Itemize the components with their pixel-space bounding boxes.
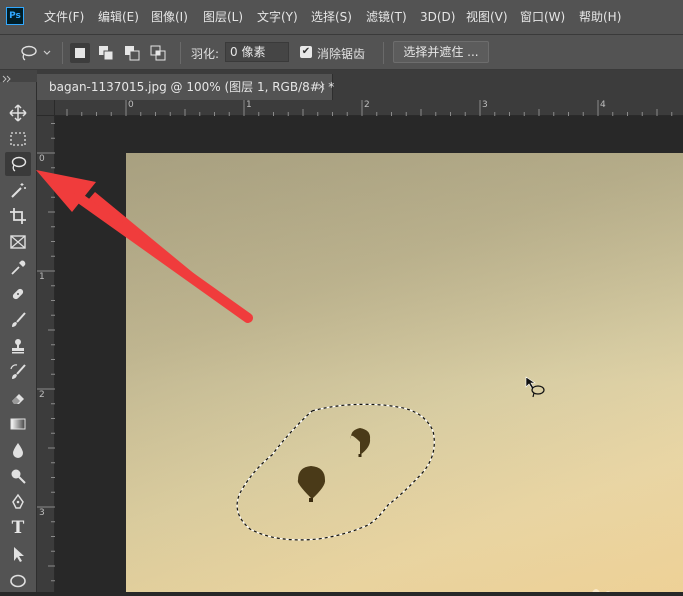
antialias-label: 消除锯齿	[317, 47, 366, 61]
document-tab[interactable]: bagan-1137015.jpg @ 100% (图层 1, RGB/8#) …	[37, 74, 335, 100]
ruler-label: 2	[39, 390, 45, 400]
intersect-selection-icon	[150, 45, 166, 61]
ruler-label: 1	[39, 272, 45, 282]
type-tool[interactable]: T	[5, 516, 31, 540]
menu-3d[interactable]: 3D(D)	[420, 0, 455, 34]
chevron-down-icon	[43, 50, 51, 55]
ruler-origin[interactable]	[37, 100, 55, 116]
blur-tool[interactable]	[5, 438, 31, 462]
gradient-tool[interactable]	[5, 412, 31, 436]
menu-select[interactable]: 选择(S)	[311, 0, 352, 34]
double-chevron-icon	[2, 75, 11, 83]
ellipse-tool[interactable]	[5, 568, 31, 592]
path-selection-icon	[14, 547, 24, 562]
lasso-tool[interactable]	[5, 152, 31, 176]
menu-filter[interactable]: 滤镜(T)	[366, 0, 407, 34]
canvas-area[interactable]	[55, 116, 683, 592]
subtract-from-selection-button[interactable]	[122, 43, 142, 63]
menu-window[interactable]: 窗口(W)	[520, 0, 565, 34]
frame-tool[interactable]	[5, 230, 31, 254]
path-selection-tool[interactable]	[5, 542, 31, 566]
balloon-small	[350, 428, 371, 457]
magic-wand-tool[interactable]	[5, 178, 31, 202]
move-tool[interactable]	[5, 101, 31, 125]
balloon-large	[297, 466, 326, 502]
photoshop-logo[interactable]: Ps	[6, 7, 24, 25]
ruler-label: 3	[39, 508, 45, 518]
eyedropper-icon	[11, 260, 26, 275]
blur-icon	[13, 443, 23, 458]
ruler-label: 2	[364, 100, 370, 110]
move-icon	[9, 104, 27, 122]
ellipse-icon	[10, 574, 26, 588]
menu-image[interactable]: 图像(I)	[151, 0, 188, 34]
options-bar: 羽化: 0 像素 ✔ 消除锯齿 选择并遮住 ...	[0, 34, 683, 70]
vertical-ruler-ticks	[37, 123, 55, 582]
new-selection-icon	[75, 48, 85, 58]
menu-help[interactable]: 帮助(H)	[579, 0, 621, 34]
tool-preset-picker[interactable]	[18, 42, 58, 64]
clone-stamp-tool[interactable]	[5, 334, 31, 358]
lasso-icon	[11, 156, 27, 172]
add-selection-icon	[99, 46, 114, 61]
frame-icon	[10, 235, 26, 249]
magic-wand-icon	[11, 183, 26, 198]
subtract-selection-icon	[125, 46, 140, 61]
menu-layer[interactable]: 图层(L)	[203, 0, 243, 34]
pen-icon	[12, 493, 24, 509]
ruler-label: 0	[39, 154, 45, 164]
new-selection-button[interactable]	[70, 43, 90, 63]
history-brush-icon	[10, 364, 26, 379]
eraser-icon	[12, 394, 24, 404]
menu-view[interactable]: 视图(V)	[466, 0, 508, 34]
marquee-icon	[10, 132, 26, 146]
eraser-tool[interactable]	[5, 386, 31, 410]
lasso-selection-outline[interactable]	[236, 403, 435, 541]
feather-input[interactable]: 0 像素	[225, 42, 289, 62]
healing-brush-icon	[12, 288, 24, 300]
healing-brush-tool[interactable]	[5, 282, 31, 306]
close-icon[interactable]: ×	[317, 74, 326, 100]
gradient-icon	[10, 418, 26, 430]
document-tab-title: bagan-1137015.jpg @ 100% (图层 1, RGB/8#) …	[49, 80, 335, 94]
lasso-icon	[21, 45, 51, 61]
antialias-checkbox[interactable]: ✔	[300, 46, 312, 58]
options-separator	[62, 42, 63, 64]
type-icon: T	[11, 518, 25, 538]
document-tab-bar: bagan-1137015.jpg @ 100% (图层 1, RGB/8#) …	[37, 70, 683, 100]
eyedropper-tool[interactable]	[5, 256, 31, 280]
clone-stamp-icon	[12, 339, 24, 354]
menu-edit[interactable]: 编辑(E)	[98, 0, 139, 34]
menu-bar: Ps 文件(F) 编辑(E) 图像(I) 图层(L) 文字(Y) 选择(S) 滤…	[0, 0, 683, 34]
pen-tool[interactable]	[5, 490, 31, 514]
dodge-tool[interactable]	[5, 464, 31, 488]
vertical-ruler[interactable]: 0 1 2 3	[37, 116, 55, 592]
ruler-label: 3	[482, 100, 488, 110]
tools-panel: T	[0, 70, 37, 592]
brush-icon	[12, 312, 26, 327]
select-and-mask-button[interactable]: 选择并遮住 ...	[393, 41, 489, 63]
brush-tool[interactable]	[5, 308, 31, 332]
dodge-icon	[11, 469, 26, 484]
document-image[interactable]	[126, 153, 683, 592]
ruler-label: 4	[600, 100, 606, 110]
ruler-label: 0	[128, 100, 134, 110]
ruler-label: 1	[246, 100, 252, 110]
image-content	[236, 376, 611, 592]
lasso-cursor	[525, 376, 545, 398]
feather-label: 羽化:	[191, 47, 220, 61]
options-separator	[383, 42, 384, 64]
intersect-selection-button[interactable]	[148, 43, 168, 63]
history-brush-tool[interactable]	[5, 360, 31, 384]
menu-type[interactable]: 文字(Y)	[257, 0, 298, 34]
crop-icon	[10, 208, 26, 224]
menu-file[interactable]: 文件(F)	[44, 0, 84, 34]
options-separator	[180, 42, 181, 64]
panel-collapse-handle[interactable]	[0, 70, 37, 83]
add-to-selection-button[interactable]	[96, 43, 116, 63]
horizontal-ruler[interactable]: 0 1 2 3 4	[55, 100, 683, 116]
marquee-tool[interactable]	[5, 127, 31, 151]
crop-tool[interactable]	[5, 204, 31, 228]
